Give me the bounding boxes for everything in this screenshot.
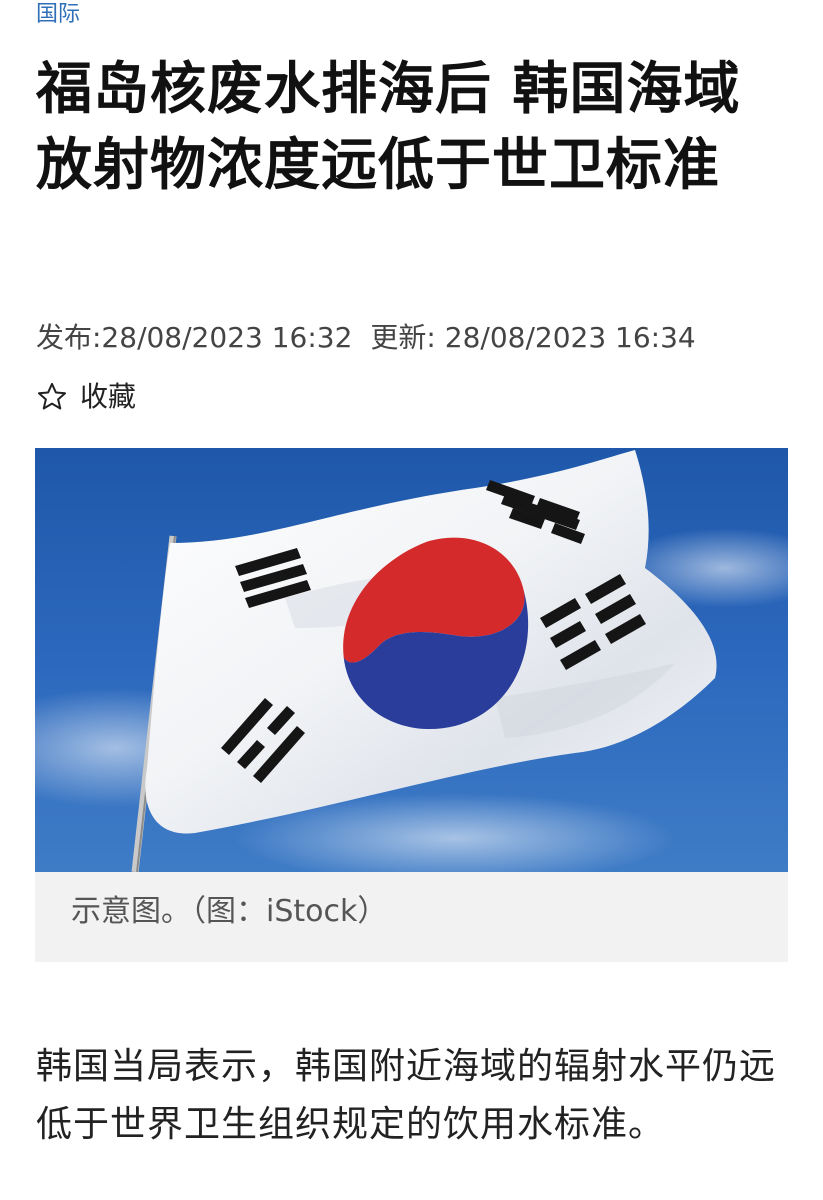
- category-link[interactable]: 国际: [36, 0, 80, 30]
- favorite-label: 收藏: [80, 380, 137, 413]
- article-figure: 示意图。（图：iStock）: [35, 448, 788, 962]
- article-body: 韩国当局表示，韩国附近海域的辐射水平仍远低于世界卫生组织规定的饮用水标准。: [36, 1046, 777, 1145]
- flag-photo: [35, 448, 788, 872]
- star-outline-icon: [36, 381, 68, 413]
- published-time: 发布:28/08/2023 16:32: [36, 321, 353, 354]
- korean-flag-image: [35, 448, 788, 872]
- article-page: 国际 福岛核废水排海后 韩国海域放射物浓度远低于世卫标准 发布:28/08/20…: [0, 0, 823, 1200]
- article-timestamps: 发布:28/08/2023 16:32 更新: 28/08/2023 16:34: [36, 318, 696, 358]
- image-caption: 示意图。（图：iStock）: [71, 894, 388, 929]
- updated-time: 更新: 28/08/2023 16:34: [370, 321, 696, 354]
- favorite-button[interactable]: 收藏: [36, 376, 136, 418]
- article-title: 福岛核废水排海后 韩国海域放射物浓度远低于世卫标准: [36, 57, 741, 198]
